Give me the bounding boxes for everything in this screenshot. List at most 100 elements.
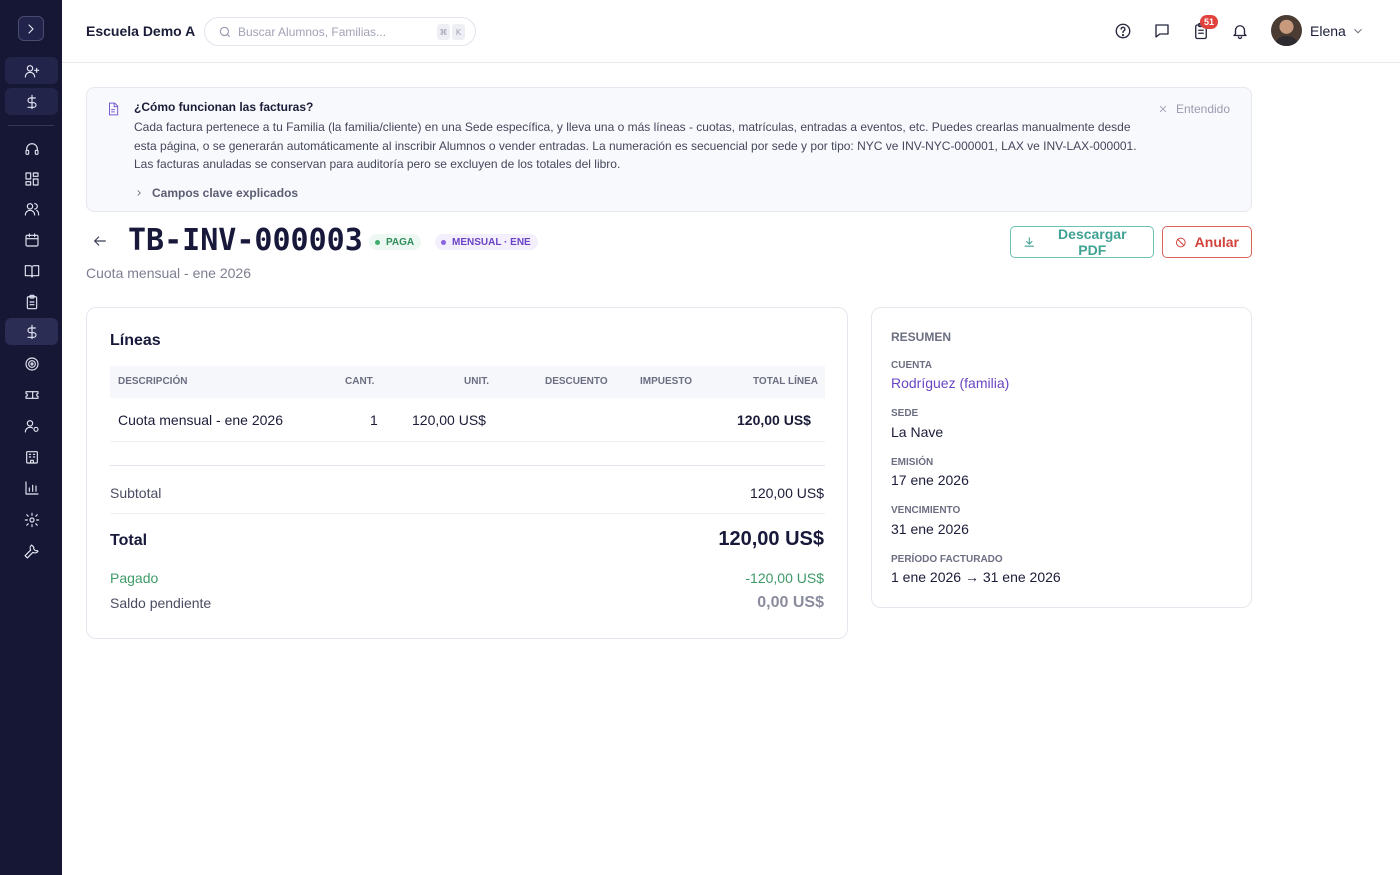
paid-value: -120,00 US$ [745, 570, 824, 586]
sidebar-item-reports[interactable] [5, 474, 58, 501]
invoice-number: TB-INV-000003 [128, 223, 363, 258]
site-label: SEDE [891, 408, 919, 419]
sidebar-item-staff[interactable] [5, 412, 58, 439]
due-label: VENCIMIENTO [891, 505, 961, 516]
tasks-count-badge: 51 [1200, 15, 1218, 29]
sidebar-divider [8, 125, 54, 126]
back-button[interactable] [92, 233, 110, 251]
dollar-icon [26, 324, 37, 339]
user-menu-toggle[interactable] [1351, 24, 1365, 38]
sidebar-item-sites[interactable] [5, 443, 58, 470]
line-qty: 1 [370, 412, 378, 428]
total-value: 120,00 US$ [718, 528, 824, 550]
download-pdf-button[interactable]: Descargar PDF [1010, 226, 1154, 258]
void-invoice-button[interactable]: Anular [1162, 226, 1252, 258]
sidebar-expand-button[interactable] [18, 16, 44, 41]
target-icon [24, 356, 39, 371]
balance-label: Saldo pendiente [110, 595, 212, 611]
void-label: Anular [1194, 234, 1239, 250]
wrench-icon [24, 543, 39, 558]
close-icon [1159, 105, 1167, 113]
sidebar-item-tools[interactable] [5, 537, 58, 564]
sidebar-item-settings[interactable] [5, 506, 58, 533]
building-icon [25, 450, 38, 464]
col-description: DESCRIPCIÓN [118, 376, 188, 387]
banner-title: ¿Cómo funcionan las facturas? [134, 100, 314, 114]
line-description: Cuota mensual - ene 2026 [118, 412, 283, 428]
top-bar: Escuela Demo A ⌘ K 51 Elena [62, 0, 1400, 63]
dismiss-label: Entendido [1175, 102, 1230, 116]
col-tax: IMPUESTO [640, 376, 693, 387]
dashboard-grid-icon [24, 171, 39, 186]
account-link[interactable]: Rodríguez (familia) [891, 375, 1009, 391]
sidebar-item-people[interactable] [5, 195, 58, 222]
paid-label: Pagado [110, 570, 159, 586]
shortcut-key-cmd: ⌘ [437, 24, 450, 40]
user-avatar[interactable] [1271, 15, 1302, 46]
sidebar-item-goals[interactable] [5, 350, 58, 377]
sidebar-item-support[interactable] [5, 135, 58, 162]
dismiss-banner-button[interactable]: Entendido [1158, 102, 1230, 116]
messages-button[interactable] [1152, 21, 1172, 41]
col-line-total: TOTAL LÍNEA [753, 376, 818, 387]
download-pdf-label: Descargar PDF [1058, 226, 1127, 258]
due-value: 31 ene 2026 [891, 521, 969, 537]
message-square-icon [1155, 24, 1169, 38]
invoice-summary-card: RESUMEN CUENTA Rodríguez (familia) SEDE … [871, 307, 1252, 608]
period-badge: MENSUAL · ENE [435, 234, 538, 250]
sidebar-item-events[interactable] [5, 381, 58, 408]
user-cog-icon [24, 419, 39, 433]
user-name[interactable]: Elena [1310, 23, 1346, 39]
period-billed-value: 1 ene 2026 → 31 ene 2026 [891, 569, 1061, 585]
headset-icon [24, 142, 39, 155]
users-icon [24, 202, 39, 216]
notifications-button[interactable] [1230, 21, 1250, 41]
col-qty: CANT. [345, 376, 375, 387]
issued-value: 17 ene 2026 [891, 472, 969, 488]
global-search[interactable]: ⌘ K [204, 17, 476, 46]
search-input[interactable] [238, 23, 428, 41]
status-badge: PAGA [369, 234, 422, 250]
chevron-right-icon [28, 23, 34, 34]
total-label: Total [110, 532, 148, 549]
book-open-icon [24, 264, 39, 278]
bell-icon [1233, 25, 1247, 40]
col-unit: UNIT. [464, 376, 489, 387]
sidebar [0, 0, 62, 875]
sidebar-item-calendar[interactable] [5, 226, 58, 253]
user-plus-icon [24, 64, 39, 78]
period-billed-label: PERÍODO FACTURADO [891, 554, 1003, 565]
sidebar-item-add-student[interactable] [5, 57, 58, 84]
subtotal-divider [110, 513, 825, 514]
sidebar-item-dashboard[interactable] [5, 165, 58, 192]
totals-divider [110, 465, 825, 466]
issued-label: EMISIÓN [891, 457, 934, 468]
sidebar-item-new-payment[interactable] [5, 88, 58, 115]
help-circle-icon [1115, 23, 1131, 39]
subtotal-label: Subtotal [110, 485, 162, 501]
line-unit-price: 120,00 US$ [412, 412, 486, 428]
table-row: Cuota mensual - ene 2026 1 120,00 US$ 12… [110, 398, 825, 442]
subtotal-value: 120,00 US$ [750, 485, 824, 501]
help-button[interactable] [1113, 21, 1133, 41]
summary-title: RESUMEN [891, 330, 952, 344]
invoice-lines-card: Líneas DESCRIPCIÓN CANT. UNIT. DESCUENTO… [86, 307, 848, 639]
dollar-icon [26, 94, 37, 109]
bar-chart-icon [24, 480, 39, 495]
key-fields-expander[interactable]: Campos clave explicados [134, 186, 298, 200]
col-discount: DESCUENTO [545, 376, 608, 387]
chevron-down-icon [1354, 28, 1362, 34]
status-dot [375, 239, 380, 245]
status-label: PAGA [386, 236, 415, 248]
school-name[interactable]: Escuela Demo A [86, 23, 195, 39]
balance-value: 0,00 US$ [757, 594, 824, 611]
sidebar-item-billing[interactable] [5, 318, 58, 345]
sidebar-item-classes[interactable] [5, 257, 58, 284]
ban-icon [1175, 237, 1186, 247]
shortcut-key-k: K [452, 24, 465, 40]
sidebar-item-attendance[interactable] [5, 288, 58, 315]
key-fields-label: Campos clave explicados [152, 186, 299, 200]
clipboard-icon [26, 294, 37, 309]
settings-icon [24, 512, 39, 527]
file-text-icon [106, 102, 120, 116]
